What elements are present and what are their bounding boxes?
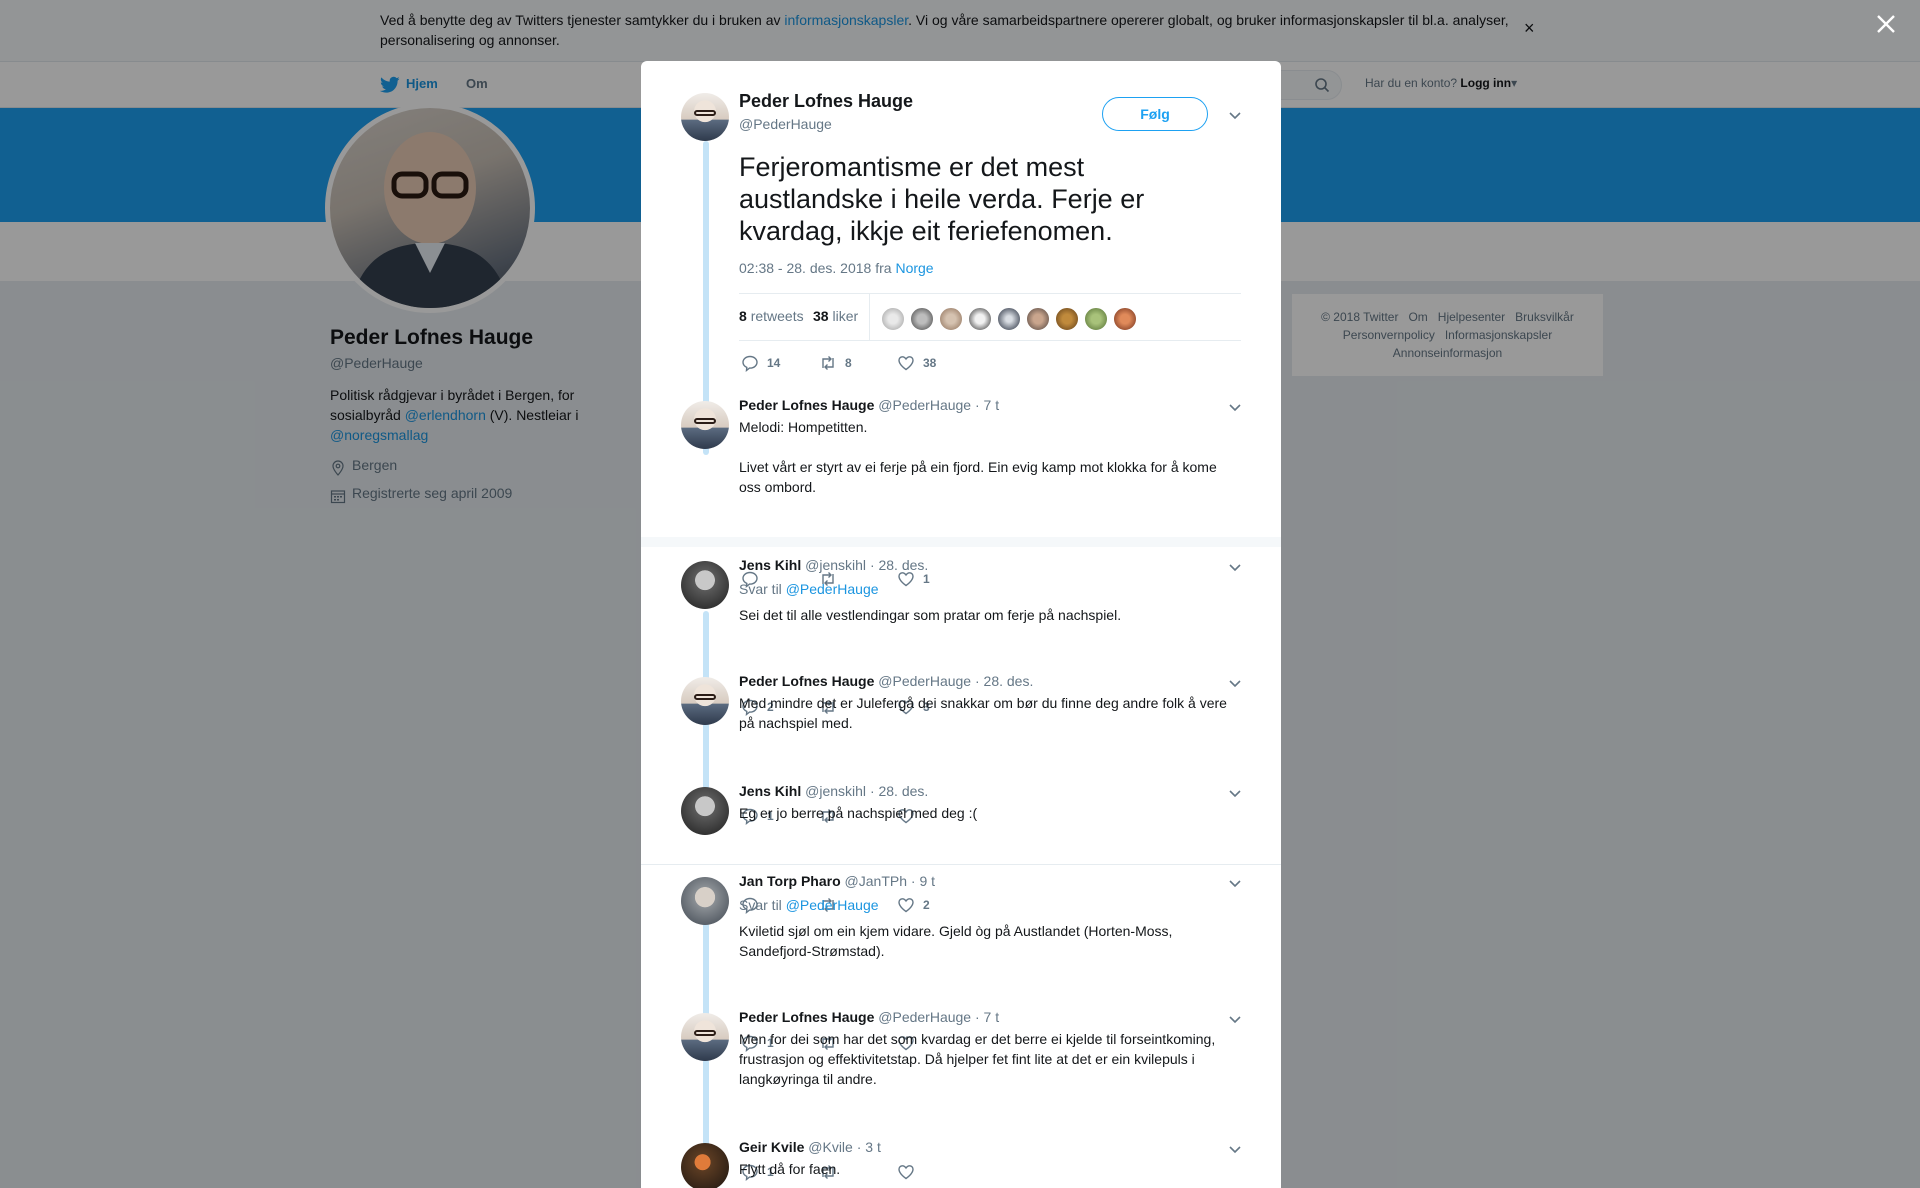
tweet-author-name[interactable]: Peder Lofnes Hauge xyxy=(739,673,874,689)
close-icon[interactable] xyxy=(1874,12,1898,36)
retweet-icon xyxy=(822,356,834,370)
tweet-author-name[interactable]: Jan Torp Pharo xyxy=(739,873,841,889)
tweet-text: Flytt då for faen. xyxy=(739,1161,841,1177)
tweet-text: Kviletid sjøl om ein kjem vidare. Gjeld … xyxy=(739,923,1173,959)
tweet-time[interactable]: · 28. des. xyxy=(975,673,1033,689)
tweet-header: Peder Lofnes Hauge @PederHauge · 28. des… xyxy=(739,673,1033,689)
tweet-header: Jan Torp Pharo @JanTPh · 9 t xyxy=(739,873,935,889)
chevron-down-icon[interactable] xyxy=(1228,678,1242,688)
tweet-header: Jens Kihl @jenskihl · 28. des. xyxy=(739,557,928,573)
tweet-author-handle[interactable]: @Kvile xyxy=(808,1139,853,1155)
heart-icon xyxy=(898,898,914,913)
liker-avatar[interactable] xyxy=(968,307,992,331)
chevron-down-icon[interactable] xyxy=(1228,402,1242,412)
chevron-down-icon[interactable] xyxy=(1228,1144,1242,1154)
tweet-author-handle[interactable]: @PederHauge xyxy=(878,397,971,413)
tweet-text: Sei det til alle vestlendingar som prata… xyxy=(739,607,1122,623)
reply-button[interactable]: 14 xyxy=(741,354,780,372)
reply-to: Svar til @PederHauge xyxy=(739,897,879,913)
retweet-button[interactable]: 8 xyxy=(819,354,852,372)
tweet-header: Peder Lofnes Hauge @PederHauge · 7 t xyxy=(739,397,999,413)
tweet-author-handle[interactable]: @JanTPh xyxy=(845,873,907,889)
tweet-time[interactable]: · 28. des. xyxy=(870,783,928,799)
reply-to: Svar til @PederHauge xyxy=(739,581,879,597)
chevron-down-icon[interactable] xyxy=(1228,1014,1242,1024)
section-divider xyxy=(641,537,1281,547)
tweet-time[interactable]: · 9 t xyxy=(911,873,935,889)
tweet-time[interactable]: · 28. des. xyxy=(870,557,928,573)
tweet-modal: Peder Lofnes Hauge @PederHauge Følg Ferj… xyxy=(641,61,1281,1188)
avatar[interactable] xyxy=(681,401,729,449)
liker-avatar[interactable] xyxy=(910,307,934,331)
tweet-author-name[interactable]: Jens Kihl xyxy=(739,783,801,799)
liker-avatar[interactable] xyxy=(881,307,905,331)
avatar[interactable] xyxy=(681,787,729,835)
liker-avatar[interactable] xyxy=(1055,307,1079,331)
tweet-timestamp: 02:38 - 28. des. 2018 fra Norge xyxy=(739,260,934,276)
like-button[interactable]: 2 xyxy=(897,896,930,914)
tweet-author-handle[interactable]: @PederHauge xyxy=(878,1009,971,1025)
divider xyxy=(869,294,870,340)
heart-icon xyxy=(898,356,914,371)
chevron-down-icon[interactable] xyxy=(1228,788,1242,798)
divider xyxy=(641,864,1281,865)
tweet-header: Jens Kihl @jenskihl · 28. des. xyxy=(739,783,928,799)
chevron-down-icon[interactable] xyxy=(1228,562,1242,572)
tweet-location-link[interactable]: Norge xyxy=(895,260,933,276)
liker-avatar[interactable] xyxy=(1084,307,1108,331)
tweet-author-name[interactable]: Geir Kvile xyxy=(739,1139,804,1155)
reply-to-link[interactable]: @PederHauge xyxy=(786,581,879,597)
tweet-author-name[interactable]: Peder Lofnes Hauge xyxy=(739,91,913,112)
reply-to-link[interactable]: @PederHauge xyxy=(786,897,879,913)
like-stat[interactable]: 38 liker xyxy=(813,308,858,324)
avatar[interactable] xyxy=(681,1143,729,1188)
avatar[interactable] xyxy=(681,677,729,725)
avatar[interactable] xyxy=(681,877,729,925)
liker-avatar[interactable] xyxy=(997,307,1021,331)
liker-avatar[interactable] xyxy=(939,307,963,331)
tweet-time[interactable]: · 7 t xyxy=(975,397,999,413)
retweet-stat[interactable]: 8 retweets xyxy=(739,308,804,324)
chevron-down-icon[interactable] xyxy=(1228,110,1242,120)
tweet-text: Melodi: Hompetitten. xyxy=(739,419,868,435)
chevron-down-icon[interactable] xyxy=(1228,878,1242,888)
tweet-text: Livet vårt er styrt av ei ferje på ein f… xyxy=(739,459,1217,495)
tweet-text: Ferjeromantisme er det mest austlandske … xyxy=(739,152,1145,246)
reply-icon xyxy=(742,355,758,372)
avatar[interactable] xyxy=(681,93,729,141)
tweet-text: Men for dei som har det som kvardag er d… xyxy=(739,1031,1216,1087)
tweet-text: Med mindre det er Julefergå dei snakkar … xyxy=(739,695,1227,731)
tweet-header: Geir Kvile @Kvile · 3 t xyxy=(739,1139,881,1155)
tweet-time[interactable]: · 7 t xyxy=(975,1009,999,1025)
tweet-author-handle[interactable]: @PederHauge xyxy=(878,673,971,689)
like-button[interactable]: 38 xyxy=(897,354,936,372)
tweet-author-handle[interactable]: @jenskihl xyxy=(805,783,866,799)
avatar[interactable] xyxy=(681,1013,729,1061)
tweet-author-name[interactable]: Peder Lofnes Hauge xyxy=(739,397,874,413)
tweet-time[interactable]: · 3 t xyxy=(857,1139,881,1155)
follow-button[interactable]: Følg xyxy=(1102,97,1208,131)
tweet-header: Peder Lofnes Hauge @PederHauge · 7 t xyxy=(739,1009,999,1025)
tweet-author-handle[interactable]: @PederHauge xyxy=(739,116,832,132)
liker-avatar[interactable] xyxy=(1026,307,1050,331)
divider xyxy=(739,293,1241,294)
liker-avatar[interactable] xyxy=(1113,307,1137,331)
divider xyxy=(739,340,1241,341)
tweet-author-name[interactable]: Jens Kihl xyxy=(739,557,801,573)
avatar[interactable] xyxy=(681,561,729,609)
tweet-text: Eg er jo berre på nachspiel med deg :( xyxy=(739,805,978,821)
tweet-author-name[interactable]: Peder Lofnes Hauge xyxy=(739,1009,874,1025)
tweet-author-handle[interactable]: @jenskihl xyxy=(805,557,866,573)
tweet-actions: 14 8 38 xyxy=(739,354,999,372)
